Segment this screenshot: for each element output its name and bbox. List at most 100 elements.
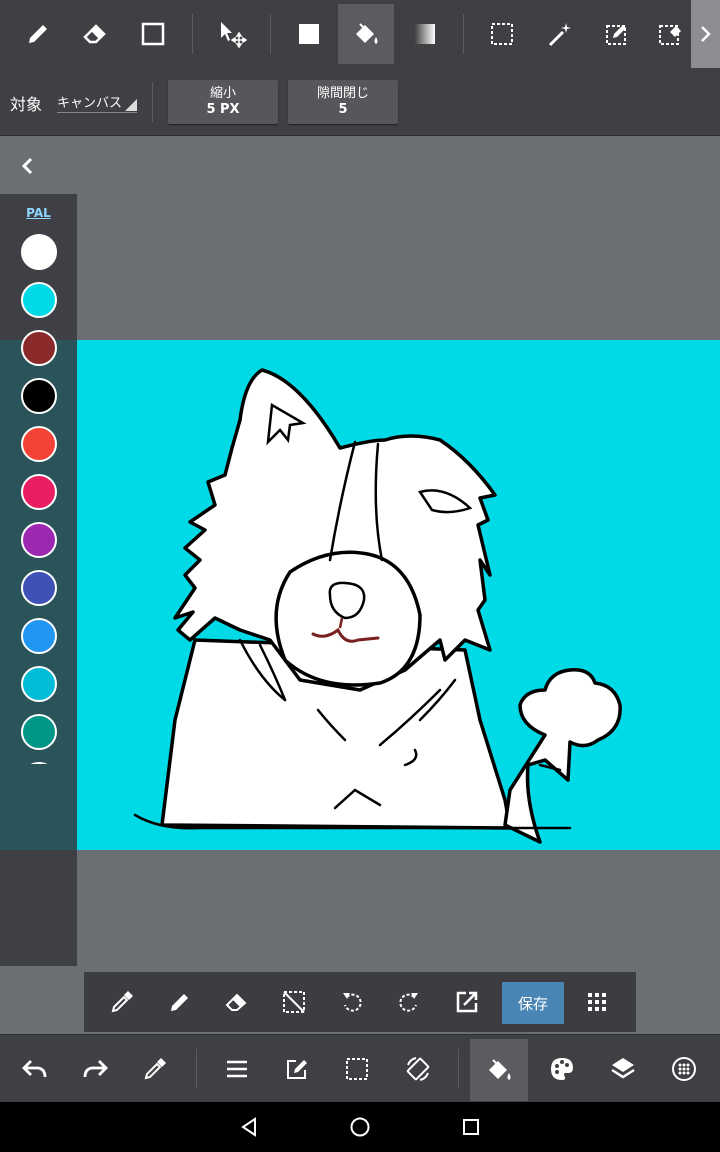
toolbar-divider — [463, 14, 464, 54]
magic-wand-icon — [548, 23, 571, 47]
quick-deselect-button[interactable] — [274, 982, 314, 1022]
brush-size-button[interactable] — [655, 1041, 713, 1097]
redo-icon — [83, 1060, 108, 1078]
gradient-icon — [415, 24, 435, 44]
dropdown-triangle-icon — [125, 99, 137, 111]
shrink-label: 縮小 — [209, 86, 236, 101]
gap-close-button[interactable]: 隙間閉じ 5 — [288, 80, 398, 124]
eyedropper-icon — [144, 1058, 166, 1080]
home-icon — [350, 1117, 370, 1137]
rotate-right-icon — [399, 993, 418, 1012]
eraser-tool-button[interactable] — [67, 6, 123, 62]
selection-button[interactable] — [328, 1041, 386, 1097]
target-label: 対象 — [10, 95, 43, 114]
rotate-view-icon — [406, 1057, 430, 1081]
drawing-canvas[interactable] — [0, 340, 720, 850]
color-swatch[interactable] — [21, 234, 57, 270]
target-dropdown[interactable]: キャンバス — [57, 92, 137, 113]
palette-tab[interactable]: PAL — [0, 206, 77, 220]
layers-icon — [611, 1058, 635, 1079]
chevron-left-icon — [21, 157, 33, 175]
color-swatch[interactable] — [21, 570, 57, 606]
color-swatch[interactable] — [21, 714, 57, 750]
shrink-button[interactable]: 縮小 5 PX — [168, 80, 278, 124]
undo-icon — [22, 1060, 47, 1078]
eraser-icon — [83, 24, 106, 44]
tool-options-bar: 対象 キャンバス 縮小 5 PX 隙間閉じ 5 — [0, 68, 720, 136]
gap-close-label: 隙間閉じ — [316, 86, 369, 101]
magic-wand-tool-button[interactable] — [532, 6, 588, 62]
options-divider — [152, 82, 153, 122]
dog-drawing — [133, 368, 622, 844]
edit-icon — [287, 1060, 307, 1079]
quick-rotate-left-button[interactable] — [332, 982, 372, 1022]
undo-button[interactable] — [6, 1041, 64, 1097]
swatch-list — [0, 230, 77, 764]
export-icon — [456, 991, 478, 1013]
system-nav-bar — [0, 1102, 720, 1152]
nav-home-button[interactable] — [345, 1112, 375, 1142]
deselect-icon — [283, 991, 305, 1013]
bottom-toolbar — [0, 1034, 720, 1103]
color-swatch[interactable] — [21, 378, 57, 414]
shrink-value: 5 PX — [206, 102, 240, 117]
quick-rotate-right-button[interactable] — [389, 982, 429, 1022]
color-swatch[interactable] — [21, 762, 57, 764]
fill-rect-tool-button[interactable] — [281, 6, 337, 62]
color-swatch[interactable] — [21, 282, 57, 318]
quick-more-button[interactable] — [577, 982, 617, 1022]
pen-icon — [171, 994, 188, 1011]
select-pen-icon — [606, 25, 626, 45]
bucket-fill-icon — [489, 1059, 511, 1080]
quick-eraser-button[interactable] — [217, 982, 257, 1022]
color-swatch[interactable] — [21, 666, 57, 702]
color-swatch[interactable] — [21, 426, 57, 462]
rectangle-shape-icon — [141, 22, 165, 46]
gap-close-value: 5 — [338, 102, 348, 117]
nav-recents-button[interactable] — [456, 1112, 486, 1142]
select-pen-tool-button[interactable] — [589, 6, 645, 62]
gradient-tool-button[interactable] — [397, 6, 453, 62]
pen-icon — [29, 25, 47, 43]
bucket-fill-icon — [356, 23, 378, 44]
eyedropper-button[interactable] — [126, 1041, 184, 1097]
color-swatch[interactable] — [21, 330, 57, 366]
color-palette-panel: PAL — [0, 194, 77, 966]
bucket-button[interactable] — [470, 1039, 528, 1101]
collapse-panel-button[interactable] — [12, 150, 44, 182]
quick-toolbar: 保存 — [84, 972, 636, 1032]
target-dropdown-value: キャンバス — [57, 96, 123, 111]
menu-icon — [227, 1060, 247, 1078]
color-swatch[interactable] — [21, 474, 57, 510]
fill-square-icon — [299, 24, 319, 44]
redo-button[interactable] — [66, 1041, 124, 1097]
quick-export-button[interactable] — [447, 982, 487, 1022]
bottom-divider — [196, 1049, 197, 1089]
recents-icon — [463, 1119, 479, 1135]
bottom-divider — [458, 1049, 459, 1089]
rotate-view-button[interactable] — [389, 1041, 447, 1097]
quick-pen-button[interactable] — [160, 982, 200, 1022]
eraser-icon — [225, 993, 247, 1011]
edit-button[interactable] — [268, 1041, 326, 1097]
toolbar-scroll-right-button[interactable] — [691, 0, 720, 68]
top-toolbar — [0, 0, 720, 69]
toolbar-divider — [192, 14, 193, 54]
color-palette-button[interactable] — [533, 1041, 591, 1097]
eyedropper-icon — [111, 991, 133, 1013]
color-swatch[interactable] — [21, 618, 57, 654]
chevron-right-icon — [700, 26, 711, 42]
nav-back-button[interactable] — [234, 1112, 264, 1142]
select-tool-button[interactable] — [474, 6, 530, 62]
grid-icon — [588, 993, 606, 1011]
pen-tool-button[interactable] — [10, 6, 66, 62]
menu-button[interactable] — [208, 1041, 266, 1097]
bucket-tool-button[interactable] — [338, 4, 394, 64]
color-swatch[interactable] — [21, 522, 57, 558]
move-tool-button[interactable] — [204, 6, 260, 62]
shape-tool-button[interactable] — [125, 6, 181, 62]
save-button[interactable]: 保存 — [502, 982, 564, 1024]
select-eraser-tool-button[interactable] — [648, 6, 692, 62]
layers-button[interactable] — [594, 1041, 652, 1097]
quick-eyedropper-button[interactable] — [102, 982, 142, 1022]
